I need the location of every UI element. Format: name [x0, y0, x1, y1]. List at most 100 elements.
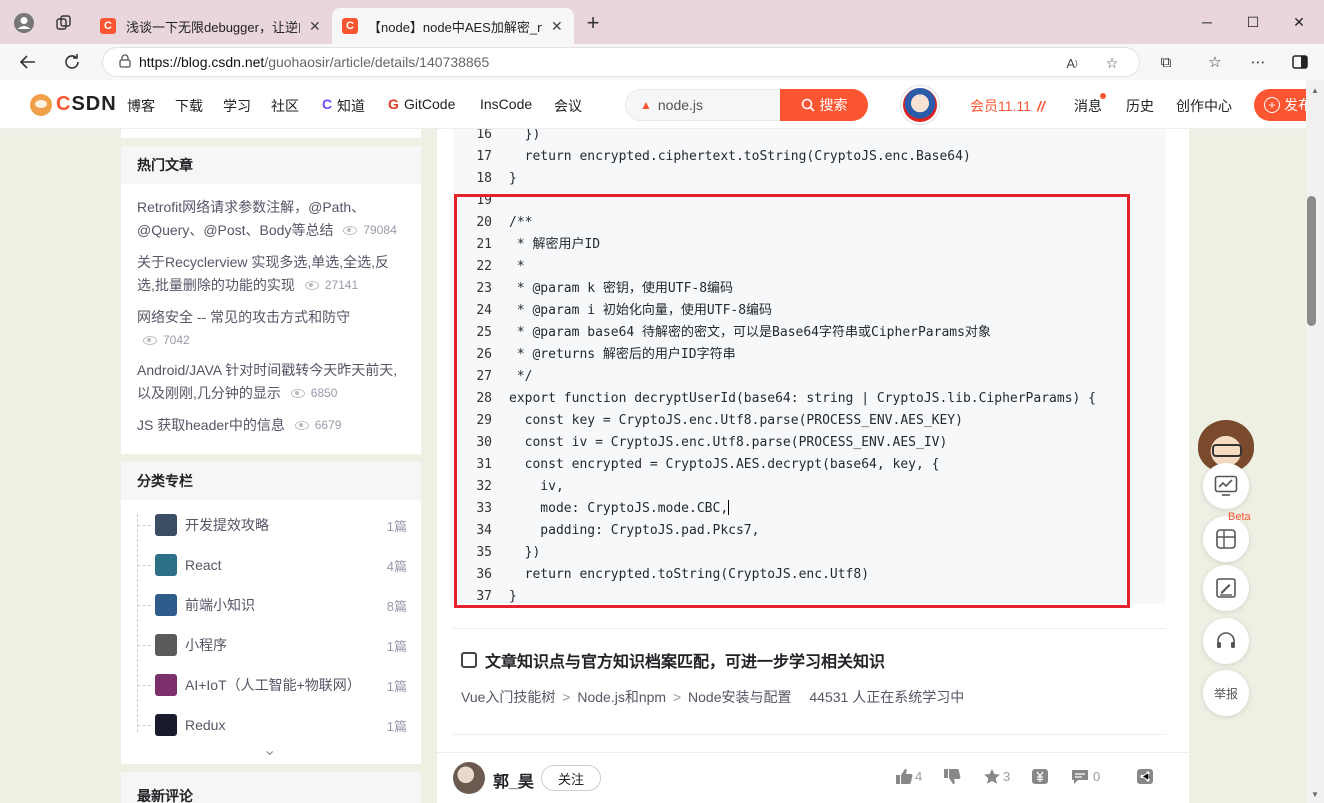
- eye-icon: [304, 281, 319, 290]
- collect-button[interactable]: 3: [983, 768, 1010, 785]
- column-thumbnail: [155, 514, 177, 536]
- line-number: 16: [476, 129, 492, 142]
- nav-download[interactable]: 下载: [175, 96, 203, 116]
- follow-button[interactable]: 关注: [541, 765, 601, 791]
- nav-creation-center[interactable]: 创作中心: [1176, 96, 1232, 116]
- column-item[interactable]: 小程序 1篇: [155, 632, 407, 658]
- tab-1[interactable]: C 浅谈一下无限debugger，让逆向都 ✕: [90, 8, 332, 44]
- new-tab-icon[interactable]: +: [581, 10, 605, 35]
- report-button[interactable]: 举报: [1203, 670, 1249, 716]
- close-tab-icon[interactable]: ✕: [308, 18, 322, 35]
- extensions-icon[interactable]: ⧉: [1152, 49, 1180, 75]
- line-number: 31: [476, 457, 492, 472]
- profile-icon[interactable]: [12, 11, 36, 35]
- line-number: 22: [476, 259, 492, 274]
- nav-inscode[interactable]: InsCode: [480, 96, 532, 112]
- read-aloud-icon[interactable]: A): [1061, 52, 1083, 74]
- latest-comments-title: 最新评论: [121, 772, 421, 803]
- share-button[interactable]: [1136, 768, 1154, 785]
- more-menu-icon[interactable]: ⋯: [1244, 49, 1272, 75]
- tab-title: 浅谈一下无限debugger，让逆向都: [126, 19, 300, 35]
- column-item[interactable]: Redux 1篇: [155, 712, 407, 738]
- nav-learn[interactable]: 学习: [223, 96, 251, 116]
- hot-article-item[interactable]: JS 获取header中的信息 6679: [137, 414, 405, 437]
- column-item[interactable]: 前端小知识 8篇: [155, 592, 407, 618]
- tab-2-active[interactable]: C 【node】node中AES加解密_node ✕: [332, 8, 574, 44]
- skill-tree-link[interactable]: Vue入门技能树: [461, 689, 555, 705]
- nav-gitcode[interactable]: GitCode: [404, 96, 455, 112]
- line-number: 34: [476, 523, 492, 538]
- favorites-list-icon[interactable]: ☆: [1201, 49, 1229, 75]
- user-avatar[interactable]: [901, 86, 939, 124]
- column-thumbnail: [155, 594, 177, 616]
- code-text: const encrypted = CryptoJS.AES.decrypt(b…: [509, 457, 940, 472]
- code-line: 22 *: [453, 256, 1166, 278]
- customer-service-button[interactable]: [1203, 618, 1249, 664]
- comment-button[interactable]: 0: [1071, 768, 1100, 785]
- nav-zhidao[interactable]: 知道: [337, 96, 365, 116]
- hot-article-item[interactable]: Retrofit网络请求参数注解，@Path、@Query、@Post、Body…: [137, 196, 405, 242]
- page-scrollbar[interactable]: [1306, 80, 1324, 803]
- reward-button[interactable]: [1031, 768, 1049, 785]
- hot-article-item[interactable]: 关于Recyclerview 实现多选,单选,全选,反选,批量删除的功能的实现 …: [137, 251, 405, 297]
- code-text: }): [509, 129, 541, 142]
- skill-tree-link[interactable]: Node安装与配置: [688, 689, 791, 705]
- back-icon[interactable]: [14, 49, 42, 75]
- column-item[interactable]: AI+IoT（人工智能+物联网） 1篇: [155, 672, 407, 698]
- edit-tool-button[interactable]: [1203, 565, 1249, 611]
- search-icon: [801, 98, 815, 112]
- workspaces-icon[interactable]: [52, 11, 76, 35]
- nav-messages[interactable]: 消息: [1074, 96, 1102, 116]
- line-number: 18: [476, 171, 492, 186]
- line-number: 30: [476, 435, 492, 450]
- close-window-button[interactable]: ✕: [1276, 8, 1322, 36]
- code-text: }: [509, 589, 517, 604]
- hot-article-item[interactable]: 网络安全 -- 常见的攻击方式和防守 7042: [137, 306, 405, 352]
- code-line: 27 */: [453, 366, 1166, 388]
- code-block[interactable]: 16 }) 17 return encrypted.ciphertext.toSt…: [453, 129, 1166, 604]
- code-line: 24 * @param i 初始化向量，使用UTF-8编码: [453, 300, 1166, 322]
- nav-community[interactable]: 社区: [271, 96, 299, 116]
- column-thumbnail: [155, 634, 177, 656]
- maximize-button[interactable]: ☐: [1230, 8, 1276, 36]
- hot-article-item[interactable]: Android/JAVA 针对时间戳转今天昨天前天,以及刚刚,几分钟的显示 68…: [137, 359, 405, 405]
- csdn-logo[interactable]: C SDN: [30, 93, 117, 116]
- vip-link[interactable]: 会员11.11//: [970, 96, 1045, 116]
- line-number: 21: [476, 237, 492, 252]
- nav-history[interactable]: 历史: [1126, 96, 1154, 116]
- author-avatar[interactable]: [453, 762, 485, 794]
- scroll-up-arrow-icon[interactable]: ▲: [1306, 82, 1324, 98]
- code-line: 18}: [453, 168, 1166, 190]
- code-line: 36 return encrypted.toString(CryptoJS.en…: [453, 564, 1166, 586]
- text-cursor: [728, 500, 730, 515]
- code-line: 29 const key = CryptoJS.enc.Utf8.parse(P…: [453, 410, 1166, 432]
- search-button[interactable]: 搜索: [780, 89, 868, 121]
- code-line: 28 export function decryptUserId(base64: …: [453, 388, 1166, 410]
- chart-tool-button[interactable]: [1203, 463, 1249, 509]
- edit-icon: [1216, 578, 1236, 598]
- column-item[interactable]: React 4篇: [155, 552, 407, 578]
- scrollbar-thumb[interactable]: [1307, 196, 1316, 326]
- refresh-icon[interactable]: [58, 49, 86, 75]
- search-input[interactable]: ▲ node.js: [625, 89, 781, 121]
- csdn-top-nav: C SDN 博客 下载 学习 社区 C 知道 G GitCode InsCode …: [0, 80, 1324, 129]
- url-bar[interactable]: https://blog.csdn.net/guohaosir/article/…: [102, 47, 1140, 77]
- code-line: 17 return encrypted.ciphertext.toString(…: [453, 146, 1166, 168]
- code-text: const key = CryptoJS.enc.Utf8.parse(PROC…: [509, 413, 963, 428]
- line-number: 26: [476, 347, 492, 362]
- nav-meeting[interactable]: 会议: [554, 96, 582, 116]
- csdn-favicon-icon: C: [342, 18, 358, 34]
- column-item[interactable]: 开发提效攻略 1篇: [155, 512, 407, 538]
- scroll-down-arrow-icon[interactable]: ▼: [1306, 786, 1324, 802]
- minimize-button[interactable]: ─: [1184, 8, 1230, 36]
- skill-tree-link[interactable]: Node.js和npm: [577, 689, 666, 705]
- author-name[interactable]: 郭_昊: [493, 768, 534, 792]
- close-tab-icon[interactable]: ✕: [550, 18, 564, 35]
- dislike-button[interactable]: [943, 768, 961, 785]
- sidebar-toggle-icon[interactable]: [1286, 49, 1314, 75]
- nav-blog[interactable]: 博客: [127, 96, 155, 116]
- expand-chevron-icon[interactable]: ⌄: [263, 740, 276, 760]
- hot-flame-icon: ▲: [640, 98, 652, 112]
- favorite-star-icon[interactable]: ☆: [1101, 52, 1123, 74]
- like-button[interactable]: 4: [895, 768, 922, 785]
